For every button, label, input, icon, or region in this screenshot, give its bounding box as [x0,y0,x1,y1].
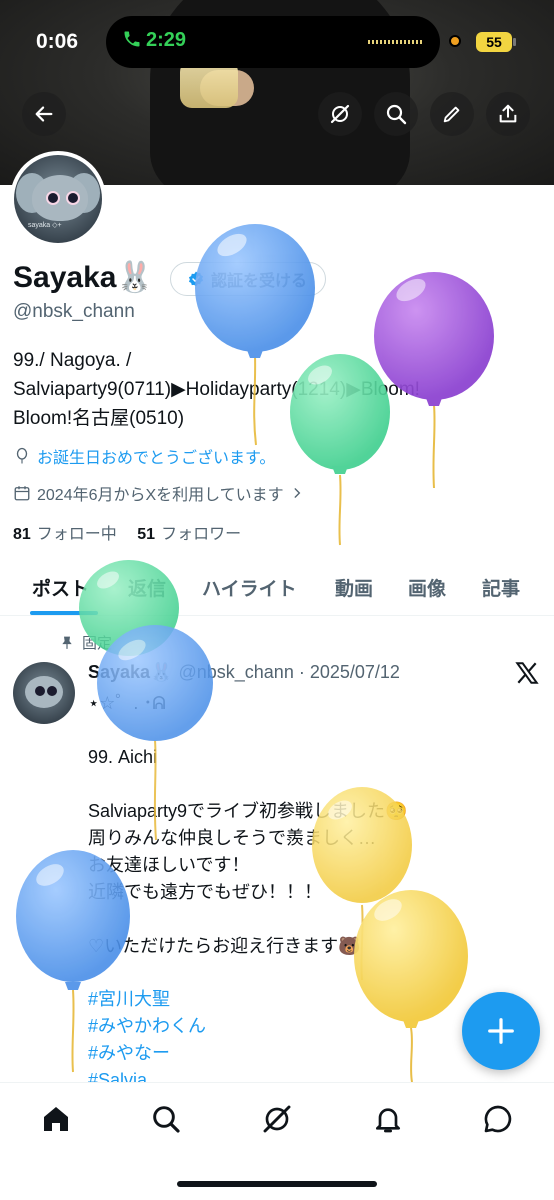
search-button[interactable] [374,92,418,136]
avatar-eye-left [46,191,60,205]
active-tab-indicator [30,611,98,615]
following-count: 81 [13,526,31,543]
post-author-avatar[interactable] [13,662,75,724]
pinned-indicator: 固定 [60,632,112,653]
bio-line: Salviaparty9(0711)▶Holidayparty(1214)▶Bl… [13,379,420,400]
edit-button[interactable] [430,92,474,136]
grok-button[interactable] [318,92,362,136]
birthday-text: お誕生日おめでとうございます。 [37,450,276,467]
home-icon [44,1107,68,1131]
call-duration: 2:29 [146,29,187,51]
following-label: フォロー中 [36,526,117,543]
post-hashtags: #宮川大聖 #みやかわくん #みやなー #Salvia [88,986,206,1094]
x-logo-icon [514,660,540,691]
profile-bio: 99./ Nagoya. / Salviaparty9(0711)▶Holida… [13,346,533,433]
profile-avatar[interactable]: sayaka ◇+ [10,151,106,247]
grok-icon [263,1105,291,1133]
nav-notifications[interactable] [368,1099,408,1139]
recording-dot [449,35,461,47]
search-icon [386,104,407,125]
pin-icon [62,636,72,649]
call-indicator: 2:29 [122,29,186,52]
joined-row[interactable]: 2024年6月からXを利用しています [13,481,304,505]
waveform-indicator [368,40,424,44]
following-link[interactable]: 81 フォロー中 [13,526,117,543]
tab-highlights[interactable]: ハイライト [202,574,297,601]
compose-post-button[interactable] [462,992,540,1070]
hashtag-link[interactable]: #みやなー [88,1040,206,1067]
follow-stats: 81 フォロー中 51 フォロワー [13,520,241,544]
share-icon [499,104,517,123]
status-time: 0:06 [36,30,79,53]
battery-indicator: 55 [476,32,516,52]
post-author-meta: @nbsk_chann · 2025/07/12 [178,662,400,682]
post-body-text: ⋆☆゜. ･ᕱ 99. Aichi Salviaparty9でライブ初参戦しまし… [88,693,408,956]
hashtag-link[interactable]: #みやかわくん [88,1013,206,1040]
followers-count: 51 [137,526,156,543]
tab-videos[interactable]: 動画 [335,574,373,601]
edit-icon [443,106,460,123]
avatar-caption: sayaka ◇+ [28,222,62,229]
home-indicator[interactable] [177,1181,377,1187]
avatar-eye-right [66,191,80,205]
search-icon [153,1106,180,1133]
share-button[interactable] [486,92,530,136]
grok-icon [330,104,350,124]
pinned-label: 固定 [82,635,113,652]
tab-articles[interactable]: 記事 [482,574,520,601]
back-button[interactable] [22,92,66,136]
verified-badge-icon [188,271,204,287]
tab-photos[interactable]: 画像 [408,574,446,601]
avatar-eye-right [47,686,57,696]
profile-display-name: Sayaka🐰 [13,261,154,294]
post-header[interactable]: Sayaka🐰 @nbsk_chann · 2025/07/12 [88,662,400,683]
hashtag-link[interactable]: #宮川大聖 [88,986,206,1013]
plus-icon [488,1018,514,1044]
tab-posts[interactable]: ポスト [32,574,89,601]
nav-home[interactable] [36,1099,76,1139]
followers-label: フォロワー [161,526,242,543]
avatar-eye-left [35,686,45,696]
nav-grok[interactable] [257,1099,297,1139]
profile-handle: @nbsk_chann [13,301,135,322]
calendar-icon [14,486,30,501]
followers-link[interactable]: 51 フォロワー [137,526,241,543]
bio-line: Bloom!名古屋(0510) [13,408,185,429]
nav-messages[interactable] [478,1099,518,1139]
balloon-icon [16,447,28,464]
joined-text: 2024年6月からXを利用しています [37,487,284,504]
tab-replies[interactable]: 返信 [128,574,166,601]
notifications-icon [376,1108,400,1133]
avatar-image: sayaka ◇+ [14,155,102,243]
arrow-left-icon [35,106,53,122]
dynamic-island[interactable]: 2:29 [106,16,440,68]
nav-search[interactable] [146,1099,186,1139]
get-verified-label: 認証を受ける [211,273,308,290]
messages-icon [484,1105,512,1133]
profile-tabs: ポスト 返信 ハイライト 動画 画像 記事 [0,562,554,616]
post-author-name: Sayaka🐰 [88,662,173,682]
phone-icon [124,31,140,47]
bio-line: 99./ Nagoya. / [13,350,132,371]
birthday-row: お誕生日おめでとうございます。 [13,444,275,468]
get-verified-button[interactable]: 認証を受ける [170,262,327,296]
chevron-right-icon [294,488,301,498]
